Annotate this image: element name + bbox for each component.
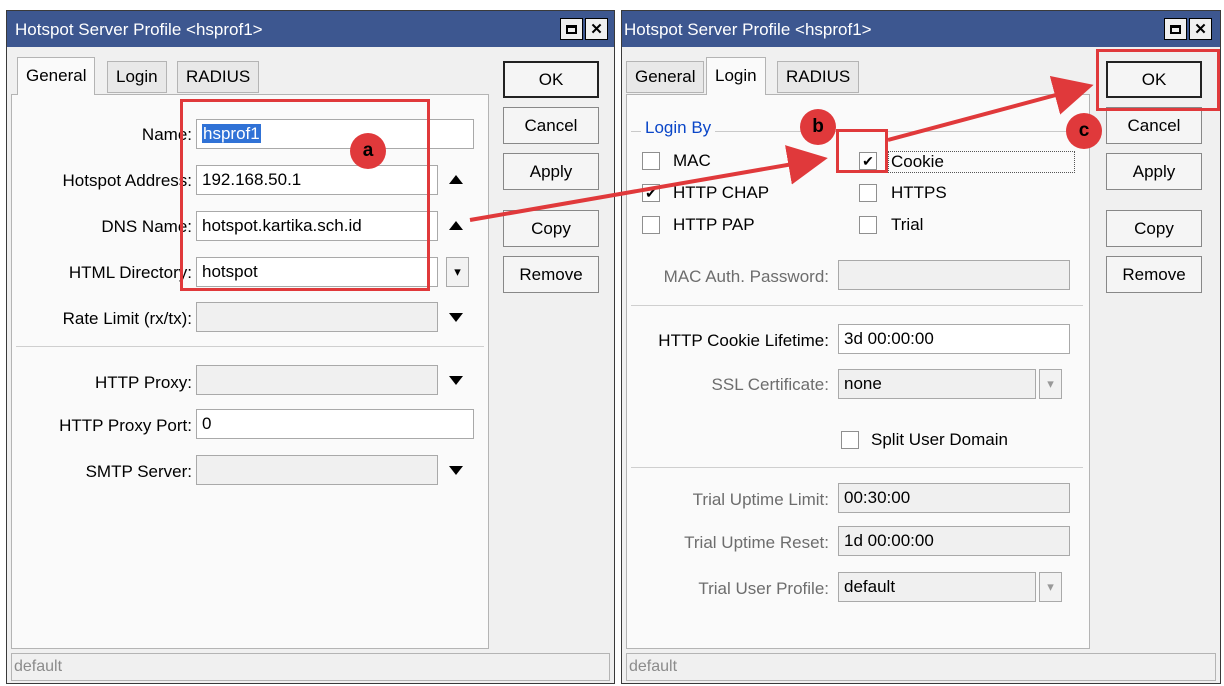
tab-general[interactable]: General — [17, 57, 96, 95]
annotation-arrows — [469, 75, 1094, 222]
arrow-a-to-b — [469, 145, 828, 222]
tab-login[interactable]: Login — [706, 57, 766, 95]
arrow-b-to-c — [887, 75, 1094, 142]
